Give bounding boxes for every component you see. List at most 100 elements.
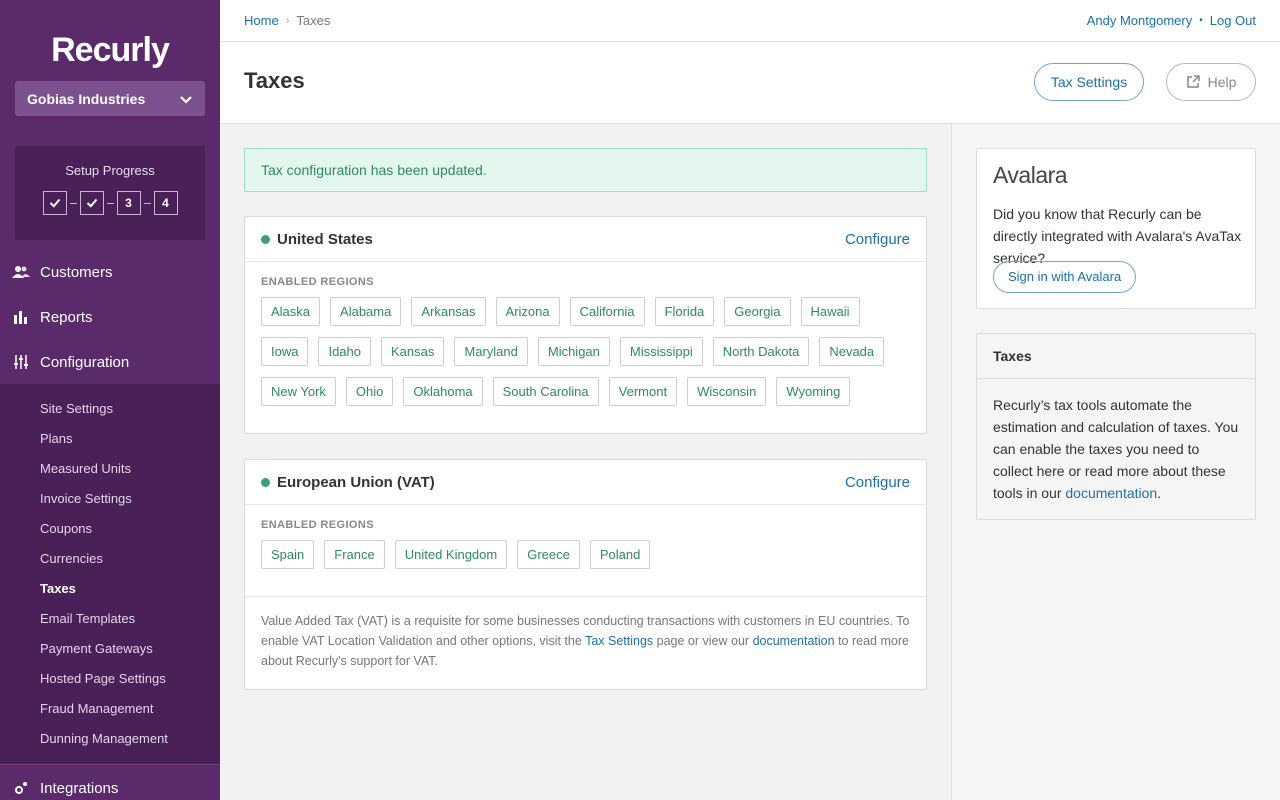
user-links: Andy Montgomery • Log Out xyxy=(1087,13,1256,28)
eu-card-title: European Union (VAT) xyxy=(261,474,435,491)
taxes-info-panel: Taxes Recurly’s tax tools automate the e… xyxy=(976,333,1256,520)
step-pending: 3 xyxy=(116,191,141,215)
sign-in-avalara-button[interactable]: Sign in with Avalara xyxy=(993,261,1137,293)
setup-progress-title: Setup Progress xyxy=(65,163,155,178)
us-card-title: United States xyxy=(261,231,373,248)
region-chip: Poland xyxy=(589,540,651,569)
sidebar: Recurly Gobias Industries Setup Progress… xyxy=(0,0,220,800)
region-chip: Greece xyxy=(517,540,580,569)
right-rail: Avalara Did you know that Recurly can be… xyxy=(951,124,1280,800)
eu-tax-card: European Union (VAT) Configure ENABLED R… xyxy=(244,459,927,690)
nav-label: Configuration xyxy=(40,353,130,371)
region-chip: Iowa xyxy=(261,337,309,366)
region-chip: United Kingdom xyxy=(394,540,508,569)
step-connector xyxy=(69,202,77,204)
success-alert: Tax configuration has been updated. xyxy=(244,148,927,192)
region-chip: Alaska xyxy=(261,297,321,326)
vat-note-text: page or view our xyxy=(656,634,750,648)
subnav-site-settings[interactable]: Site Settings xyxy=(40,400,113,418)
nav-label: Customers xyxy=(40,263,113,281)
nav-label: Integrations xyxy=(40,779,119,797)
nav-reports[interactable]: Reports xyxy=(0,302,220,332)
us-configure-link[interactable]: Configure xyxy=(845,231,910,248)
step-complete xyxy=(79,191,104,215)
documentation-link[interactable]: documentation xyxy=(1065,485,1157,501)
eu-regions-label: ENABLED REGIONS xyxy=(261,519,374,531)
subnav-payment-gateways[interactable]: Payment Gateways xyxy=(40,640,153,658)
region-chip: Michigan xyxy=(537,337,610,366)
region-chip: Alabama xyxy=(330,297,402,326)
region-chip: Arizona xyxy=(495,297,560,326)
subnav-fraud-management[interactable]: Fraud Management xyxy=(40,700,153,718)
region-chip: Hawaii xyxy=(800,297,860,326)
taxes-info-title: Taxes xyxy=(977,334,1255,379)
taxes-info-body: Recurly’s tax tools automate the estimat… xyxy=(977,379,1255,519)
checkmark-icon xyxy=(86,198,97,208)
us-regions-label: ENABLED REGIONS xyxy=(261,276,374,288)
region-chip: Florida xyxy=(654,297,715,326)
region-chip: California xyxy=(569,297,645,326)
configuration-subnav: Site Settings Plans Measured Units Invoi… xyxy=(0,384,220,764)
recurly-logo[interactable]: Recurly xyxy=(0,30,220,70)
us-name: United States xyxy=(277,230,373,248)
nav-customers[interactable]: Customers xyxy=(0,257,220,287)
tax-settings-link[interactable]: Tax Settings xyxy=(585,634,653,648)
customers-icon xyxy=(12,264,30,280)
integrations-icon xyxy=(12,780,30,796)
enabled-status-dot xyxy=(261,234,270,244)
subnav-hosted-page-settings[interactable]: Hosted Page Settings xyxy=(40,670,166,688)
tax-settings-button[interactable]: Tax Settings xyxy=(1034,63,1144,101)
help-label: Help xyxy=(1207,74,1237,90)
region-chip: Wisconsin xyxy=(687,377,767,406)
setup-steps: 34 xyxy=(15,191,205,215)
external-link-icon xyxy=(1186,75,1200,89)
region-chip: Nevada xyxy=(819,337,885,366)
subnav-dunning-management[interactable]: Dunning Management xyxy=(40,730,168,748)
subnav-measured-units[interactable]: Measured Units xyxy=(40,460,131,478)
region-chip: Wyoming xyxy=(776,377,851,406)
reports-icon xyxy=(12,309,30,325)
help-button[interactable]: Help xyxy=(1166,63,1256,101)
user-name-link[interactable]: Andy Montgomery xyxy=(1087,13,1193,28)
region-chip: Georgia xyxy=(724,297,791,326)
region-chip: South Carolina xyxy=(492,377,599,406)
setup-progress[interactable]: Setup Progress 34 xyxy=(15,146,205,240)
breadcrumb-home[interactable]: Home xyxy=(244,13,279,28)
account-name: Gobias Industries xyxy=(27,90,146,107)
avalara-promo: Avalara Did you know that Recurly can be… xyxy=(976,148,1256,309)
subnav-plans[interactable]: Plans xyxy=(40,430,73,448)
eu-configure-link[interactable]: Configure xyxy=(845,474,910,491)
subnav-taxes[interactable]: Taxes xyxy=(40,580,76,598)
region-chip: Idaho xyxy=(318,337,372,366)
checkmark-icon xyxy=(49,198,60,208)
us-card-header: United States Configure xyxy=(245,217,926,262)
avalara-logo: Avalara xyxy=(993,162,1068,188)
vat-documentation-link[interactable]: documentation xyxy=(753,634,835,648)
top-bar: Home › Taxes Andy Montgomery • Log Out xyxy=(220,0,1280,42)
region-chip: New York xyxy=(261,377,336,406)
breadcrumb-separator: › xyxy=(285,14,290,27)
logout-link[interactable]: Log Out xyxy=(1210,13,1256,28)
region-chip: North Dakota xyxy=(712,337,810,366)
breadcrumb-current: Taxes xyxy=(296,13,331,28)
nav-divider xyxy=(0,764,220,765)
us-region-list: Alaska Alabama Arkansas Arizona California Fl… xyxy=(245,297,926,433)
account-switcher[interactable]: Gobias Industries xyxy=(15,81,205,116)
step-pending: 4 xyxy=(153,191,178,215)
vat-note: Value Added Tax (VAT) is a requisite for… xyxy=(245,596,926,689)
chevron-down-icon xyxy=(180,95,192,104)
main-content: Tax configuration has been updated. Unit… xyxy=(220,124,951,800)
region-chip: France xyxy=(324,540,385,569)
subnav-email-templates[interactable]: Email Templates xyxy=(40,610,135,628)
region-chip: Maryland xyxy=(454,337,528,366)
nav-configuration[interactable]: Configuration xyxy=(0,347,220,377)
nav-label: Reports xyxy=(40,308,93,326)
nav-integrations[interactable]: Integrations xyxy=(0,773,220,800)
subnav-invoice-settings[interactable]: Invoice Settings xyxy=(40,490,132,508)
eu-region-list: Spain France United Kingdom Greece Poland xyxy=(245,540,926,596)
page-title: Taxes xyxy=(244,68,305,93)
step-connector xyxy=(143,202,151,204)
subnav-currencies[interactable]: Currencies xyxy=(40,550,103,568)
subnav-coupons[interactable]: Coupons xyxy=(40,520,92,538)
region-chip: Arkansas xyxy=(411,297,486,326)
